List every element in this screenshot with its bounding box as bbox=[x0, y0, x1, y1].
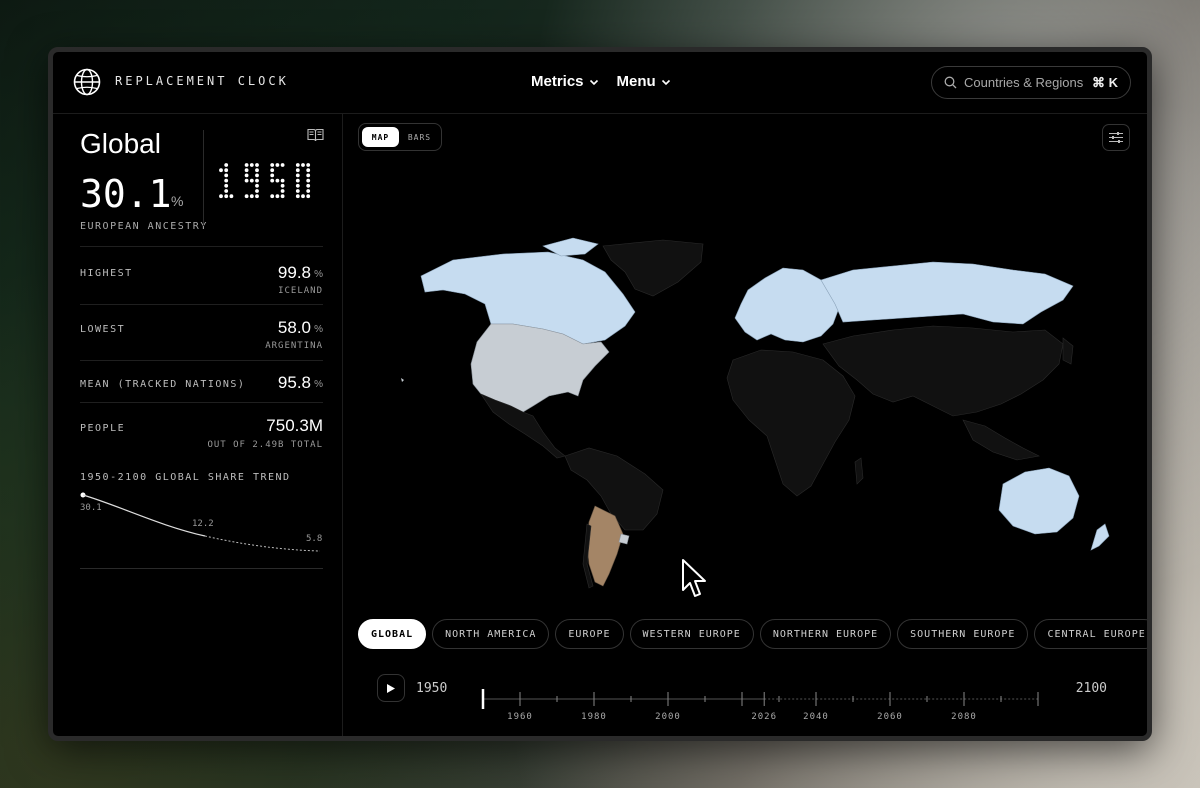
divider bbox=[203, 130, 204, 226]
map-panel: MAP BARS GLOBAL NORTH AMERICA EUROPE WES… bbox=[343, 114, 1147, 736]
stat-highest: HIGHEST 99.8 % ICELAND bbox=[80, 246, 323, 304]
trend-line-past bbox=[82, 494, 206, 537]
cursor-icon bbox=[682, 559, 706, 597]
main-nav: Metrics Menu bbox=[531, 73, 671, 90]
timeline-tick-label: 2060 bbox=[877, 712, 903, 720]
map-region-russia bbox=[820, 261, 1074, 325]
top-bar: REPLACEMENT CLOCK Metrics Menu Countries… bbox=[53, 52, 1147, 114]
stat-unit: % bbox=[314, 324, 323, 335]
trend-line-projected bbox=[204, 535, 321, 552]
timeline-slider[interactable]: 1960 1980 2000 2026 2040 2060 2080 bbox=[473, 670, 1043, 720]
search-icon bbox=[944, 76, 957, 89]
stat-people: PEOPLE 750.3M OUT OF 2.49B TOTAL bbox=[80, 402, 323, 462]
map-view-button[interactable]: MAP bbox=[362, 127, 399, 147]
map-region-uruguay bbox=[618, 533, 630, 545]
trend-chart: 30.1 12.2 5.8 bbox=[80, 492, 322, 552]
trend-title: 1950-2100 GLOBAL SHARE TREND bbox=[80, 472, 291, 483]
stat-unit: % bbox=[314, 379, 323, 390]
play-button[interactable] bbox=[377, 674, 405, 702]
divider bbox=[80, 568, 323, 569]
stat-value: 58.0 bbox=[277, 318, 311, 337]
map-region-hawaii bbox=[401, 378, 404, 382]
app-brand: REPLACEMENT CLOCK bbox=[115, 74, 289, 88]
stat-value: 95.8 bbox=[277, 373, 311, 392]
world-map[interactable] bbox=[373, 234, 1133, 594]
region-chip[interactable]: SOUTHERN EUROPE bbox=[897, 619, 1029, 649]
sliders-icon bbox=[1109, 132, 1123, 143]
search-input[interactable]: Countries & Regions ⌘ K bbox=[931, 66, 1131, 99]
stat-label: LOWEST bbox=[80, 324, 126, 335]
map-region-australia bbox=[998, 467, 1080, 535]
timeline-tick-label: 1980 bbox=[581, 712, 607, 720]
timeline-tick-label: 2026 bbox=[751, 712, 777, 720]
settings-button[interactable] bbox=[1102, 124, 1130, 151]
year-display bbox=[219, 163, 311, 199]
region-chip[interactable]: GLOBAL bbox=[358, 619, 427, 649]
timeline-start-year: 1950 bbox=[416, 681, 448, 696]
stat-country: ARGENTINA bbox=[265, 341, 323, 351]
chevron-down-icon bbox=[661, 79, 670, 85]
share-value: 30.1 bbox=[80, 172, 172, 216]
stat-label: HIGHEST bbox=[80, 268, 133, 279]
map-region-asia bbox=[822, 325, 1064, 417]
region-chip[interactable]: NORTH AMERICA bbox=[432, 619, 550, 649]
timeline-tick-label: 2040 bbox=[803, 712, 829, 720]
menu-label: Menu bbox=[616, 73, 656, 90]
menu-dropdown[interactable]: Menu bbox=[617, 73, 671, 90]
region-chip[interactable]: WESTERN EUROPE bbox=[629, 619, 754, 649]
region-chip[interactable]: EUROPE bbox=[555, 619, 624, 649]
search-shortcut: ⌘ K bbox=[1092, 74, 1118, 90]
map-region-africa bbox=[726, 349, 856, 497]
stat-country: ICELAND bbox=[278, 286, 323, 296]
share-unit: % bbox=[171, 193, 184, 209]
region-chip[interactable]: CENTRAL EUROPE bbox=[1034, 619, 1147, 649]
timeline-tick-label: 1960 bbox=[507, 712, 533, 720]
stats-panel: Global 30.1 % EUROPEAN ANCESTRY HIGHEST … bbox=[53, 114, 343, 736]
stat-total: OUT OF 2.49B TOTAL bbox=[207, 440, 323, 450]
region-title: Global bbox=[80, 128, 161, 159]
timeline-tick-label: 2080 bbox=[951, 712, 977, 720]
trend-label-end: 5.8 bbox=[306, 534, 322, 544]
stat-label: MEAN (TRACKED NATIONS) bbox=[80, 379, 246, 390]
trend-label-start: 30.1 bbox=[80, 503, 102, 513]
timeline-tick-label: 2000 bbox=[655, 712, 681, 720]
view-toggle: MAP BARS bbox=[358, 123, 442, 151]
stat-unit: % bbox=[314, 269, 323, 280]
globe-icon[interactable] bbox=[73, 68, 101, 96]
map-region-madagascar bbox=[854, 457, 864, 485]
region-chip[interactable]: NORTHERN EUROPE bbox=[759, 619, 892, 649]
stat-value: 99.8 bbox=[277, 263, 311, 282]
stat-mean: MEAN (TRACKED NATIONS) 95.8 % bbox=[80, 360, 323, 402]
search-placeholder: Countries & Regions bbox=[964, 75, 1084, 90]
play-icon bbox=[387, 683, 395, 693]
metrics-label: Metrics bbox=[531, 73, 584, 90]
book-icon[interactable] bbox=[307, 128, 324, 142]
bars-view-button[interactable]: BARS bbox=[401, 127, 438, 147]
timeline-end-year: 2100 bbox=[1075, 681, 1107, 696]
trend-label-mid: 12.2 bbox=[192, 519, 214, 529]
app-window: REPLACEMENT CLOCK Metrics Menu Countries… bbox=[48, 47, 1152, 741]
chevron-down-icon bbox=[589, 79, 598, 85]
year-value bbox=[219, 163, 311, 199]
region-filter-chips: GLOBAL NORTH AMERICA EUROPE WESTERN EUROPE N… bbox=[358, 619, 1147, 651]
stat-value: 750.3M bbox=[266, 416, 323, 435]
stat-label: PEOPLE bbox=[80, 423, 126, 434]
stat-lowest: LOWEST 58.0 % ARGENTINA bbox=[80, 304, 323, 360]
map-region-japan bbox=[1062, 337, 1074, 365]
map-region-southeast-asia bbox=[962, 419, 1040, 461]
metrics-menu[interactable]: Metrics bbox=[531, 73, 599, 90]
share-label: EUROPEAN ANCESTRY bbox=[80, 221, 208, 232]
map-region-new-zealand bbox=[1090, 523, 1110, 551]
